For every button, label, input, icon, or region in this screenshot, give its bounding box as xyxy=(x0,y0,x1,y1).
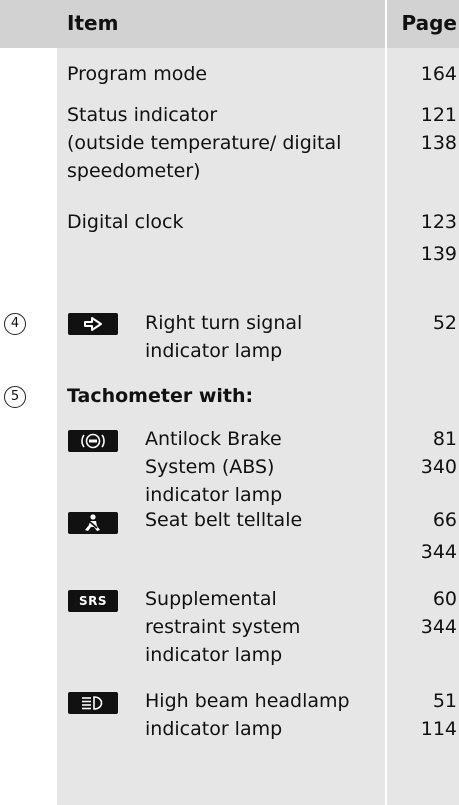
seat-belt-icon xyxy=(68,512,118,534)
srs-icon: SRS xyxy=(68,590,118,612)
row-high-beam-line2: indicator lamp xyxy=(145,718,283,740)
row-right-turn-signal-line1: Right turn signal xyxy=(145,312,303,334)
row-seat-belt: Seat belt telltale xyxy=(145,509,303,531)
row-status-indicator-line1: Status indicator xyxy=(67,104,218,126)
page-number: 114 xyxy=(420,718,457,740)
row-tachometer-heading: Tachometer with: xyxy=(67,385,254,407)
page-number: 164 xyxy=(420,63,457,85)
row-right-turn-signal-line2: indicator lamp xyxy=(145,340,283,362)
page-number: 139 xyxy=(420,243,457,265)
page-number: 121 xyxy=(420,104,457,126)
page-number: 344 xyxy=(420,616,457,638)
page-number: 60 xyxy=(432,588,457,610)
page-number: 123 xyxy=(420,211,457,233)
abs-icon xyxy=(68,430,118,452)
row-srs-line1: Supplemental xyxy=(145,588,277,610)
row-srs-line3: indicator lamp xyxy=(145,644,283,666)
page: Item Page Program mode 164 Status indica… xyxy=(0,0,459,805)
row-srs-line2: restraint system xyxy=(145,616,301,638)
page-number: 66 xyxy=(432,509,457,531)
row-status-indicator-line2: (outside temperature/ digital xyxy=(67,132,342,154)
marker-4: 4 xyxy=(4,313,26,335)
page-number: 51 xyxy=(432,690,457,712)
right-turn-signal-icon xyxy=(68,313,118,335)
header-item-label: Item xyxy=(67,11,119,35)
page-number: 340 xyxy=(420,456,457,478)
srs-icon-label: SRS xyxy=(78,594,108,608)
page-number: 138 xyxy=(420,132,457,154)
header-page-label: Page xyxy=(401,11,458,35)
row-abs-line1: Antilock Brake xyxy=(145,428,282,450)
page-number: 81 xyxy=(432,428,457,450)
row-digital-clock: Digital clock xyxy=(67,211,184,233)
row-abs-line3: indicator lamp xyxy=(145,484,283,506)
high-beam-icon xyxy=(68,692,118,714)
row-abs-line2: System (ABS) xyxy=(145,456,275,478)
row-program-mode: Program mode xyxy=(67,63,208,85)
page-number: 344 xyxy=(420,541,457,563)
row-status-indicator-line3: speedometer) xyxy=(67,160,201,182)
column-divider xyxy=(385,0,387,805)
marker-5: 5 xyxy=(4,386,26,408)
row-high-beam-line1: High beam headlamp xyxy=(145,690,350,712)
page-number: 52 xyxy=(432,312,457,334)
